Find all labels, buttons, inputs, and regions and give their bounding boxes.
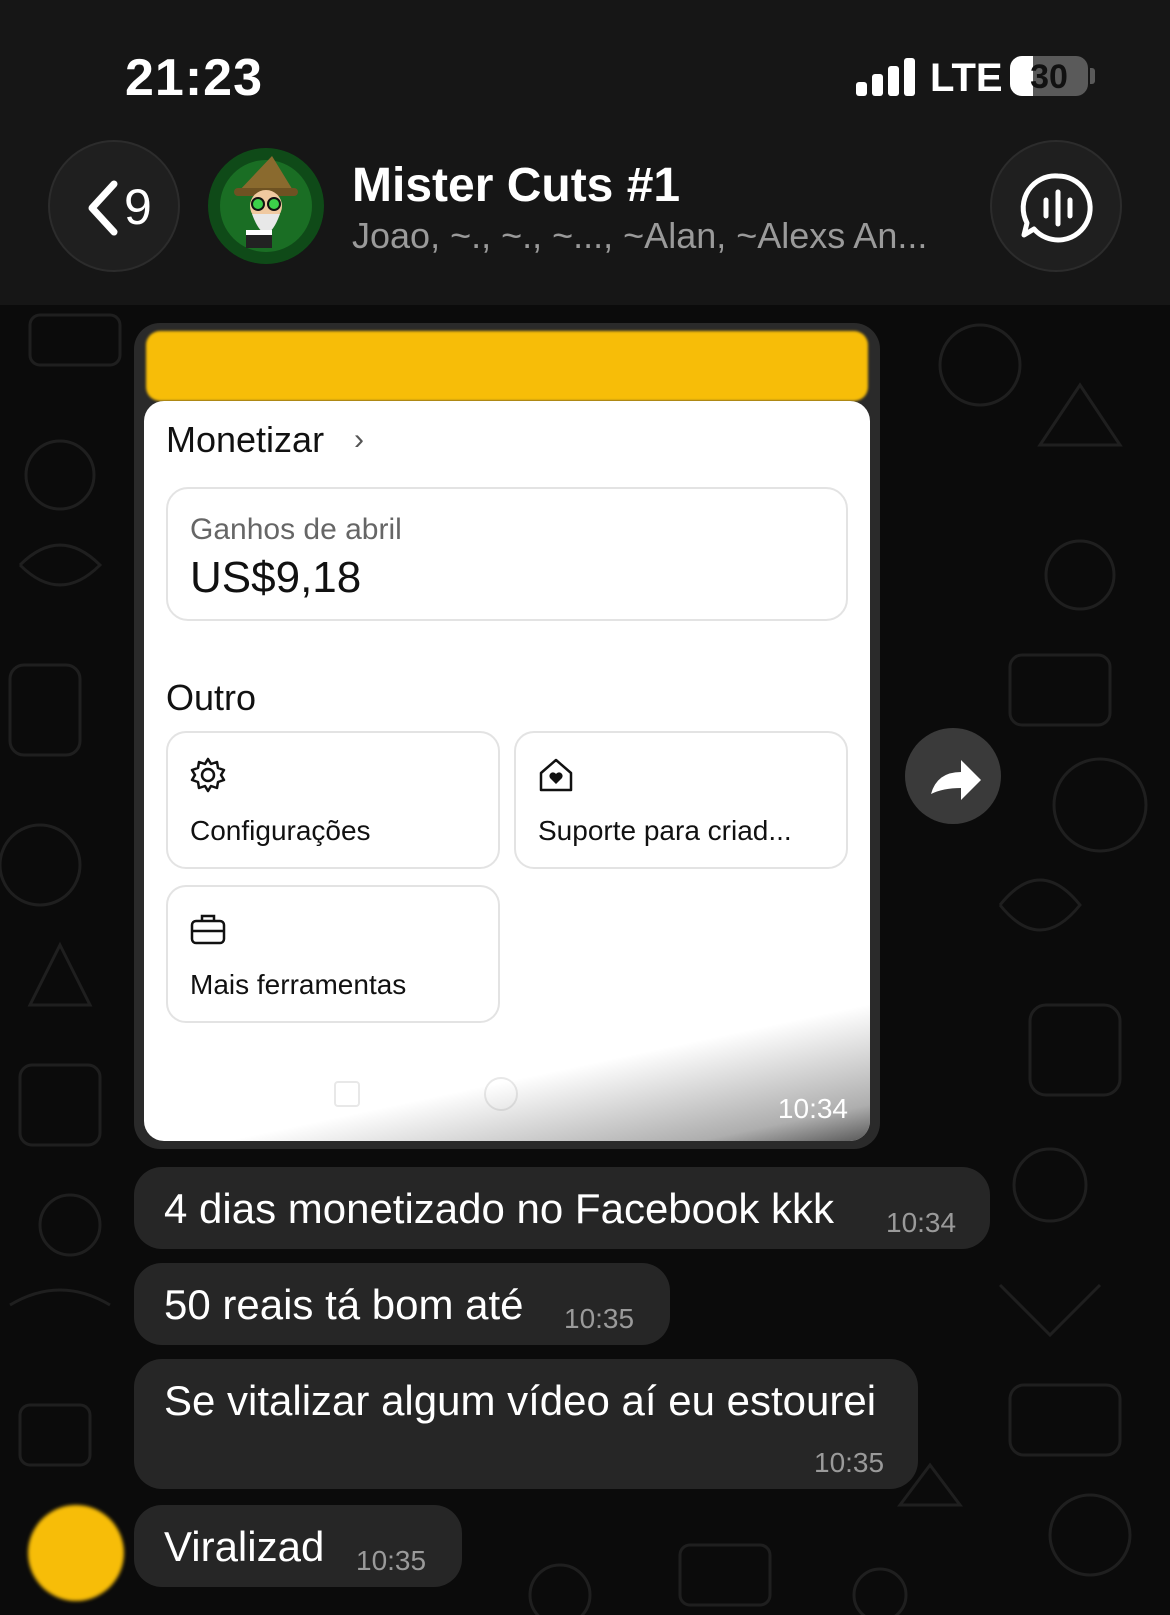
message-time: 10:34 bbox=[777, 1093, 848, 1124]
message-time: 10:35 bbox=[814, 1447, 885, 1478]
message-bubble[interactable]: 4 dias monetizado no Facebook kkk 10:34 bbox=[134, 1167, 990, 1249]
message-text: 50 reais tá bom até bbox=[164, 1281, 524, 1328]
earnings-card: Ganhos de abril US$9,18 bbox=[166, 487, 848, 621]
group-members[interactable]: Joao, ~., ~., ~..., ~Alan, ~Alexs An... bbox=[352, 215, 927, 257]
message-text: Viralizad bbox=[164, 1523, 325, 1570]
briefcase-icon bbox=[190, 914, 226, 945]
earnings-value: US$9,18 bbox=[190, 553, 362, 602]
chat-header: 9 Mister Cuts #1 Joao, ~., ~., ~..., ~Al… bbox=[0, 140, 1170, 305]
tool-label: Suporte para criad... bbox=[538, 815, 792, 846]
chevron-right-icon: › bbox=[354, 423, 364, 456]
voice-chat-button[interactable] bbox=[990, 140, 1122, 272]
redaction-mark bbox=[146, 331, 868, 401]
tool-label: Configurações bbox=[190, 815, 371, 846]
battery-level: 30 bbox=[1030, 58, 1068, 96]
message-time: 10:34 bbox=[886, 1207, 957, 1238]
message-bubble[interactable]: 50 reais tá bom até 10:35 bbox=[134, 1263, 670, 1345]
message-text: 4 dias monetizado no Facebook kkk bbox=[164, 1185, 835, 1232]
monetize-title: Monetizar bbox=[166, 419, 325, 460]
back-button[interactable]: 9 bbox=[48, 140, 180, 272]
creator-support-card: Suporte para criad... bbox=[514, 731, 848, 869]
message-time: 10:35 bbox=[564, 1303, 635, 1334]
image-shadow bbox=[144, 991, 870, 1141]
other-section-title: Outro bbox=[166, 677, 257, 718]
message-bubble[interactable]: Viralizad 10:35 bbox=[134, 1505, 462, 1587]
message-bubble[interactable]: Se vitalizar algum vídeo aí eu estourei … bbox=[134, 1359, 918, 1489]
group-avatar[interactable] bbox=[208, 148, 324, 264]
settings-card: Configurações bbox=[166, 731, 500, 869]
status-bar: 21:23 LTE 30 bbox=[0, 0, 1170, 140]
network-type: LTE bbox=[930, 56, 1003, 100]
group-name[interactable]: Mister Cuts #1 bbox=[352, 158, 680, 213]
chat-area[interactable]: Monetizar › Ganhos de abril US$9,18 Outr… bbox=[0, 305, 1170, 1615]
battery-nub bbox=[1090, 68, 1095, 84]
sender-avatar[interactable] bbox=[28, 1505, 124, 1601]
signal-icon bbox=[856, 58, 916, 96]
gear-icon bbox=[190, 757, 226, 793]
home-heart-icon bbox=[539, 758, 573, 792]
status-time: 21:23 bbox=[125, 49, 263, 107]
image-message[interactable]: Monetizar › Ganhos de abril US$9,18 Outr… bbox=[134, 323, 880, 1149]
unread-count: 9 bbox=[124, 179, 152, 235]
share-arrow-icon bbox=[931, 760, 981, 800]
message-text: Se vitalizar algum vídeo aí eu estourei bbox=[164, 1377, 877, 1424]
shared-screenshot[interactable]: Monetizar › Ganhos de abril US$9,18 Outr… bbox=[144, 401, 870, 1141]
wizard-avatar-icon bbox=[208, 148, 324, 264]
earnings-label: Ganhos de abril bbox=[190, 513, 402, 546]
forward-button[interactable] bbox=[905, 728, 1001, 824]
voice-chat-icon bbox=[1020, 173, 1093, 243]
battery-icon: 30 bbox=[1010, 56, 1088, 96]
message-time: 10:35 bbox=[356, 1545, 427, 1576]
